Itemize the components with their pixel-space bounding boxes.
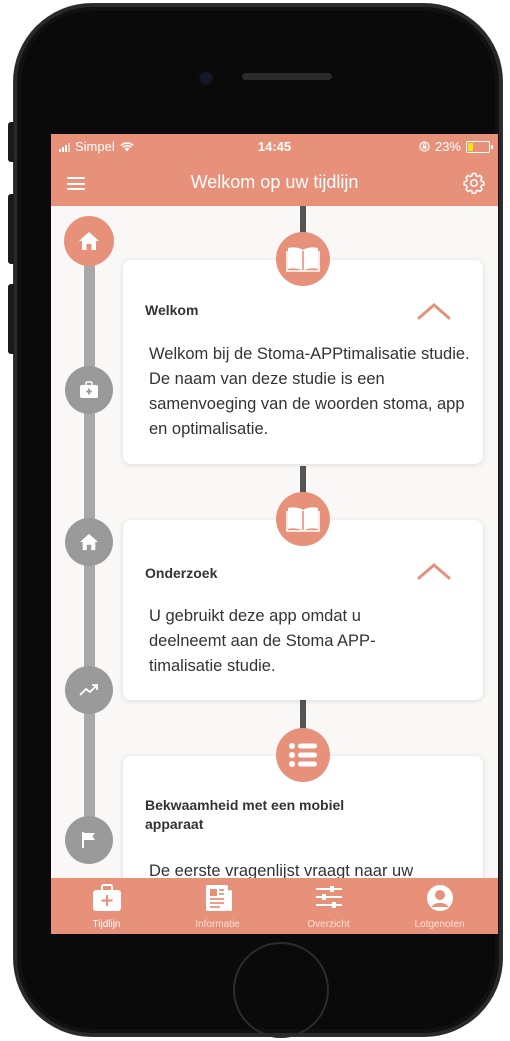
newspaper-icon	[205, 885, 232, 911]
volume-up-button	[8, 194, 14, 264]
tab-label: Overzicht	[307, 919, 350, 930]
app-screen: Simpel 14:45 23% Welkom op uw tijdlijn W…	[51, 134, 498, 934]
card-icon-book	[276, 232, 330, 286]
user-circle-icon	[426, 885, 453, 911]
tab-tijdlijn[interactable]: Tijdlijn	[51, 878, 162, 934]
status-bar: Simpel 14:45 23%	[51, 134, 498, 160]
card-title: Welkom	[145, 302, 199, 318]
tab-overzicht[interactable]: Overzicht	[273, 878, 384, 934]
orientation-lock-icon	[419, 141, 430, 152]
flag-icon	[82, 832, 95, 848]
battery-level	[468, 142, 473, 151]
trend-icon	[79, 684, 98, 696]
card-icon-book	[276, 492, 330, 546]
gear-icon[interactable]	[462, 171, 486, 195]
card-title: Onderzoek	[145, 565, 218, 581]
volume-down-button	[8, 284, 14, 354]
bottom-tab-bar: Tijdlijn Informatie Overzicht Lotgenoten	[51, 878, 498, 934]
page-title: Welkom op uw tijdlijn	[190, 172, 359, 192]
book-icon	[286, 507, 320, 532]
home-icon	[80, 533, 98, 551]
home-button[interactable]	[233, 942, 329, 1038]
timeline-card-onderzoek[interactable]: Onderzoek U gebruikt deze app omdat u de…	[123, 520, 483, 700]
tab-lotgenoten[interactable]: Lotgenoten	[384, 878, 495, 934]
timeline-node-trend[interactable]	[65, 666, 113, 714]
timeline-node-home-active[interactable]	[64, 216, 114, 266]
chevron-up-icon[interactable]	[417, 562, 451, 580]
sliders-icon	[315, 886, 342, 908]
timeline-card-welkom[interactable]: Welkom Welkom bij de Stoma-APPtimalisati…	[123, 260, 483, 464]
medical-kit-icon	[92, 884, 121, 911]
mute-switch	[8, 122, 14, 162]
tab-label: Lotgenoten	[414, 919, 465, 930]
battery-percentage: 23%	[434, 139, 461, 154]
earpiece-speaker	[242, 73, 332, 80]
card-body: U gebruikt deze app omdat u deelneemt aa…	[149, 607, 376, 675]
card-title: Bekwaamheid met een mobiel apparaat	[145, 797, 345, 832]
front-camera	[200, 72, 212, 84]
book-icon	[286, 247, 320, 272]
timeline-node-flag[interactable]	[65, 816, 113, 864]
medical-kit-icon	[80, 381, 98, 398]
card-body: Welkom bij de Stoma-APPtimalisatie studi…	[149, 345, 470, 438]
home-icon	[79, 232, 99, 250]
tab-informatie[interactable]: Informatie	[162, 878, 273, 934]
header-bar: Welkom op uw tijdlijn	[51, 160, 498, 206]
battery-icon	[466, 140, 493, 153]
list-icon	[289, 743, 317, 767]
tab-label: Informatie	[195, 919, 240, 930]
timeline-node-medical[interactable]	[65, 366, 113, 414]
timeline-node-home[interactable]	[65, 518, 113, 566]
card-icon-list	[276, 728, 330, 782]
tab-label: Tijdlijn	[92, 919, 121, 930]
chevron-up-icon[interactable]	[417, 302, 451, 320]
